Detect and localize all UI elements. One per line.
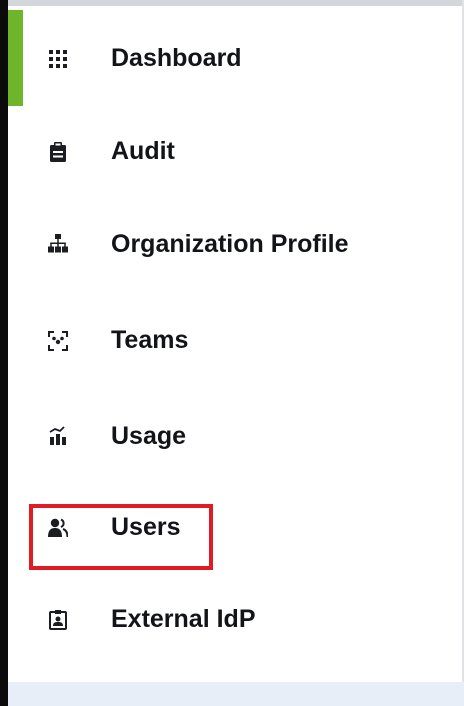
- teams-icon: [48, 331, 68, 351]
- sidebar-bottom-panel: [8, 682, 464, 706]
- sidebar-item-dashboard[interactable]: Dashboard: [8, 6, 462, 106]
- sidebar-item-label: Audit: [111, 137, 175, 165]
- sidebar-item-teams[interactable]: Teams: [8, 298, 462, 394]
- sidebar-item-external-idp[interactable]: External IdP: [8, 586, 462, 682]
- clipboard-icon: [50, 142, 66, 162]
- dashboard-grid-icon: [49, 50, 67, 68]
- sidebar-item-label: Dashboard: [111, 44, 242, 72]
- sidebar-item-label: External IdP: [111, 605, 256, 633]
- org-chart-icon: [48, 234, 68, 253]
- sidebar-item-label: Usage: [111, 422, 187, 450]
- sidebar-item-audit[interactable]: Audit: [8, 106, 462, 202]
- usage-bars-icon: [49, 426, 66, 445]
- sidebar-item-label: Teams: [111, 326, 189, 354]
- sidebar-item-usage[interactable]: Usage: [8, 394, 462, 490]
- sidebar-nav: Dashboard Audit Organization Profile Tea…: [8, 6, 462, 682]
- sidebar-item-organization-profile[interactable]: Organization Profile: [8, 202, 462, 298]
- users-highlight-box: [29, 504, 213, 570]
- window-left-edge: [0, 0, 8, 706]
- id-badge-icon: [49, 610, 67, 630]
- sidebar-item-label: Organization Profile: [111, 230, 349, 258]
